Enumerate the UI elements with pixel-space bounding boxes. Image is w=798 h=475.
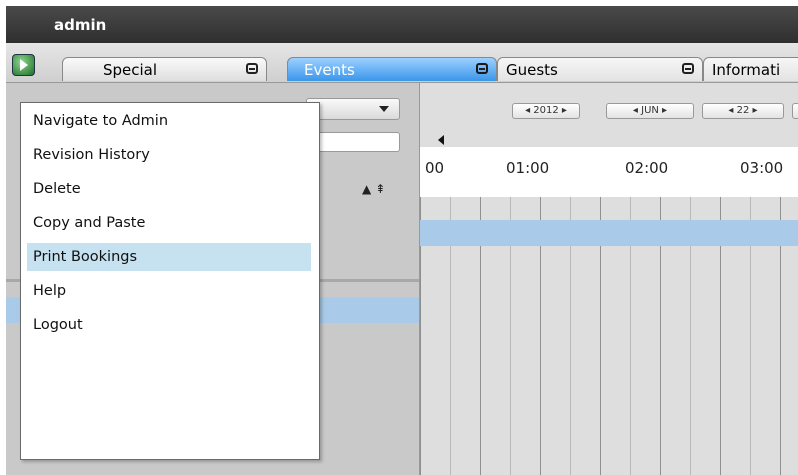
tab-information[interactable]: Informati [703, 57, 798, 81]
hour-label: 00 [425, 159, 445, 177]
hour-label: 02:00 [625, 159, 669, 177]
next-nav[interactable] [792, 103, 798, 119]
month-value: JUN [641, 105, 659, 116]
hour-label: 01:00 [506, 159, 550, 177]
year-value: 2012 [533, 105, 559, 116]
hour-label: 03:00 [740, 159, 784, 177]
menu-item-copy-and-paste[interactable]: Copy and Paste [27, 209, 311, 237]
tab-special[interactable]: Special [62, 57, 267, 81]
tab-information-label: Informati [712, 61, 781, 79]
selected-row-timeline[interactable] [420, 220, 798, 246]
tab-events-label: Events [304, 61, 355, 79]
context-menu: Navigate to Admin Revision History Delet… [20, 102, 320, 460]
scroll-left-arrow-icon[interactable] [438, 135, 444, 145]
menu-item-print-bookings[interactable]: Print Bookings [27, 243, 311, 271]
tab-guests[interactable]: Guests [497, 57, 703, 81]
minus-box-icon[interactable] [476, 63, 488, 74]
minus-box-icon[interactable] [246, 63, 258, 74]
menu-item-revision-history[interactable]: Revision History [27, 141, 311, 169]
minus-box-icon[interactable] [682, 63, 694, 74]
app-window: admin Special Events Guests Informati ▲⇞… [6, 6, 798, 475]
menu-item-logout[interactable]: Logout [27, 311, 311, 339]
filter-dropdown[interactable] [306, 98, 400, 120]
year-nav[interactable]: ◂ 2012 ▸ [512, 103, 580, 119]
menu-item-navigate-to-admin[interactable]: Navigate to Admin [27, 107, 311, 135]
chevron-down-icon [379, 106, 389, 112]
menu-item-help[interactable]: Help [27, 277, 311, 305]
menu-item-delete[interactable]: Delete [27, 175, 311, 203]
tab-guests-label: Guests [506, 61, 558, 79]
play-circle-icon[interactable] [12, 54, 35, 76]
tab-bar: Special Events Guests Informati [6, 43, 798, 83]
day-value: 22 [736, 105, 750, 116]
tab-special-label: Special [103, 61, 158, 79]
title-bar: admin [6, 6, 798, 43]
filter-input[interactable] [306, 132, 400, 152]
month-nav[interactable]: ◂ JUN ▸ [606, 103, 694, 119]
timeline-pane: ◂ 2012 ▸ ◂ JUN ▸ ◂ 22 ▸ 00 01:00 02:00 0… [419, 83, 798, 475]
window-title: admin [54, 16, 107, 34]
tab-events[interactable]: Events [287, 57, 497, 81]
day-nav[interactable]: ◂ 22 ▸ [702, 103, 784, 119]
sort-up-icons[interactable]: ▲⇞ [362, 182, 389, 196]
